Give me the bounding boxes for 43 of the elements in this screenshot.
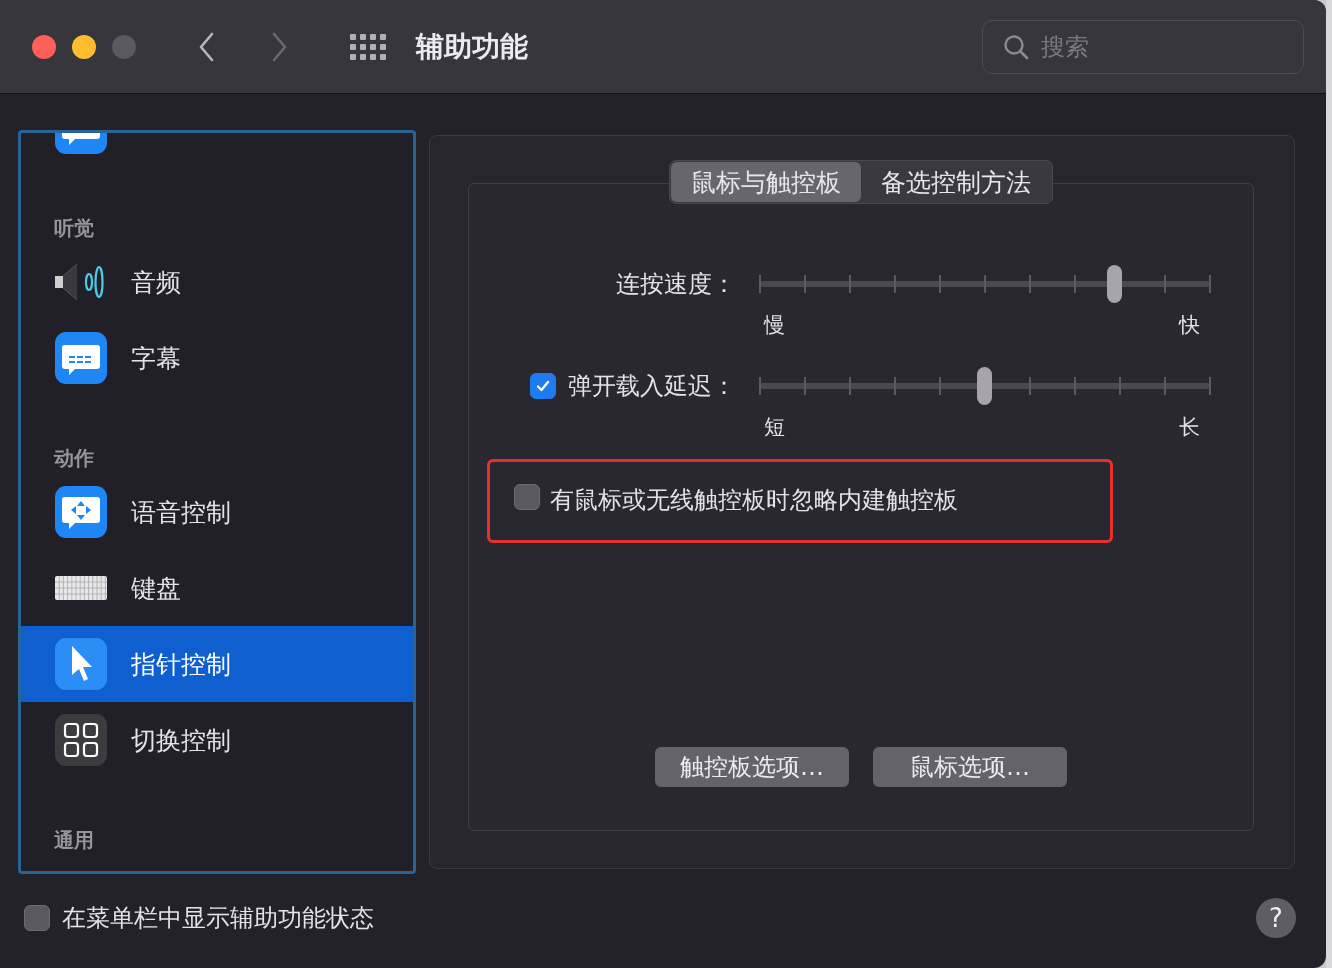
close-window-button[interactable] — [32, 34, 56, 59]
minimize-window-button[interactable] — [72, 34, 96, 59]
grid-icon — [53, 714, 109, 766]
checkbox-label: 在菜单栏中显示辅助功能状态 — [62, 903, 374, 934]
sidebar-item[interactable]: 指针控制 — [21, 626, 413, 702]
tab[interactable]: 鼠标与触控板 — [671, 162, 861, 202]
check-icon — [535, 378, 551, 394]
sidebar-item[interactable]: 音频 — [21, 244, 413, 320]
slider-label: 弹开载入延迟： — [568, 371, 736, 402]
slider[interactable] — [760, 369, 1210, 403]
sidebar-item[interactable]: 字幕 — [21, 320, 413, 396]
options-button[interactable]: 触控板选项… — [655, 747, 849, 787]
tab[interactable]: 备选控制方法 — [861, 162, 1051, 202]
checkbox[interactable] — [24, 905, 50, 931]
grid-icon[interactable] — [350, 33, 386, 60]
keyboard-icon — [53, 576, 109, 600]
section-header: 动作 — [54, 445, 94, 472]
slider[interactable] — [760, 267, 1210, 301]
checkbox-label: 有鼠标或无线触控板时忽略内建触控板 — [550, 485, 958, 516]
search-field[interactable]: 搜索 — [1039, 31, 1283, 62]
captions-icon — [53, 332, 109, 384]
slider-max-label: 长 — [1179, 414, 1200, 441]
slider-thumb[interactable] — [1107, 265, 1123, 303]
slider-min-label: 慢 — [764, 312, 785, 339]
pointer-icon — [53, 638, 109, 690]
section-header: 通用 — [54, 827, 94, 854]
slider-label: 连按速度： — [616, 269, 736, 300]
sidebar-item[interactable]: 切换控制 — [21, 702, 413, 778]
search-bar[interactable]: 搜索 — [982, 19, 1304, 74]
search-icon — [1003, 33, 1029, 60]
window-title: 辅助功能 — [416, 28, 528, 65]
slider-max-label: 快 — [1179, 312, 1200, 339]
checkbox[interactable] — [530, 373, 556, 399]
slider-thumb[interactable] — [977, 367, 993, 405]
speech-bubble-icon — [53, 486, 109, 538]
options-button[interactable]: 鼠标选项… — [873, 747, 1067, 787]
section-header: 听觉 — [54, 215, 94, 242]
help-button[interactable]: ? — [1256, 898, 1296, 938]
slider-min-label: 短 — [764, 414, 785, 441]
back-icon[interactable] — [198, 31, 214, 62]
sidebar-item[interactable]: 键盘 — [21, 550, 413, 626]
checkbox[interactable] — [514, 484, 540, 510]
sidebar-item[interactable]: 语音控制 — [21, 474, 413, 550]
